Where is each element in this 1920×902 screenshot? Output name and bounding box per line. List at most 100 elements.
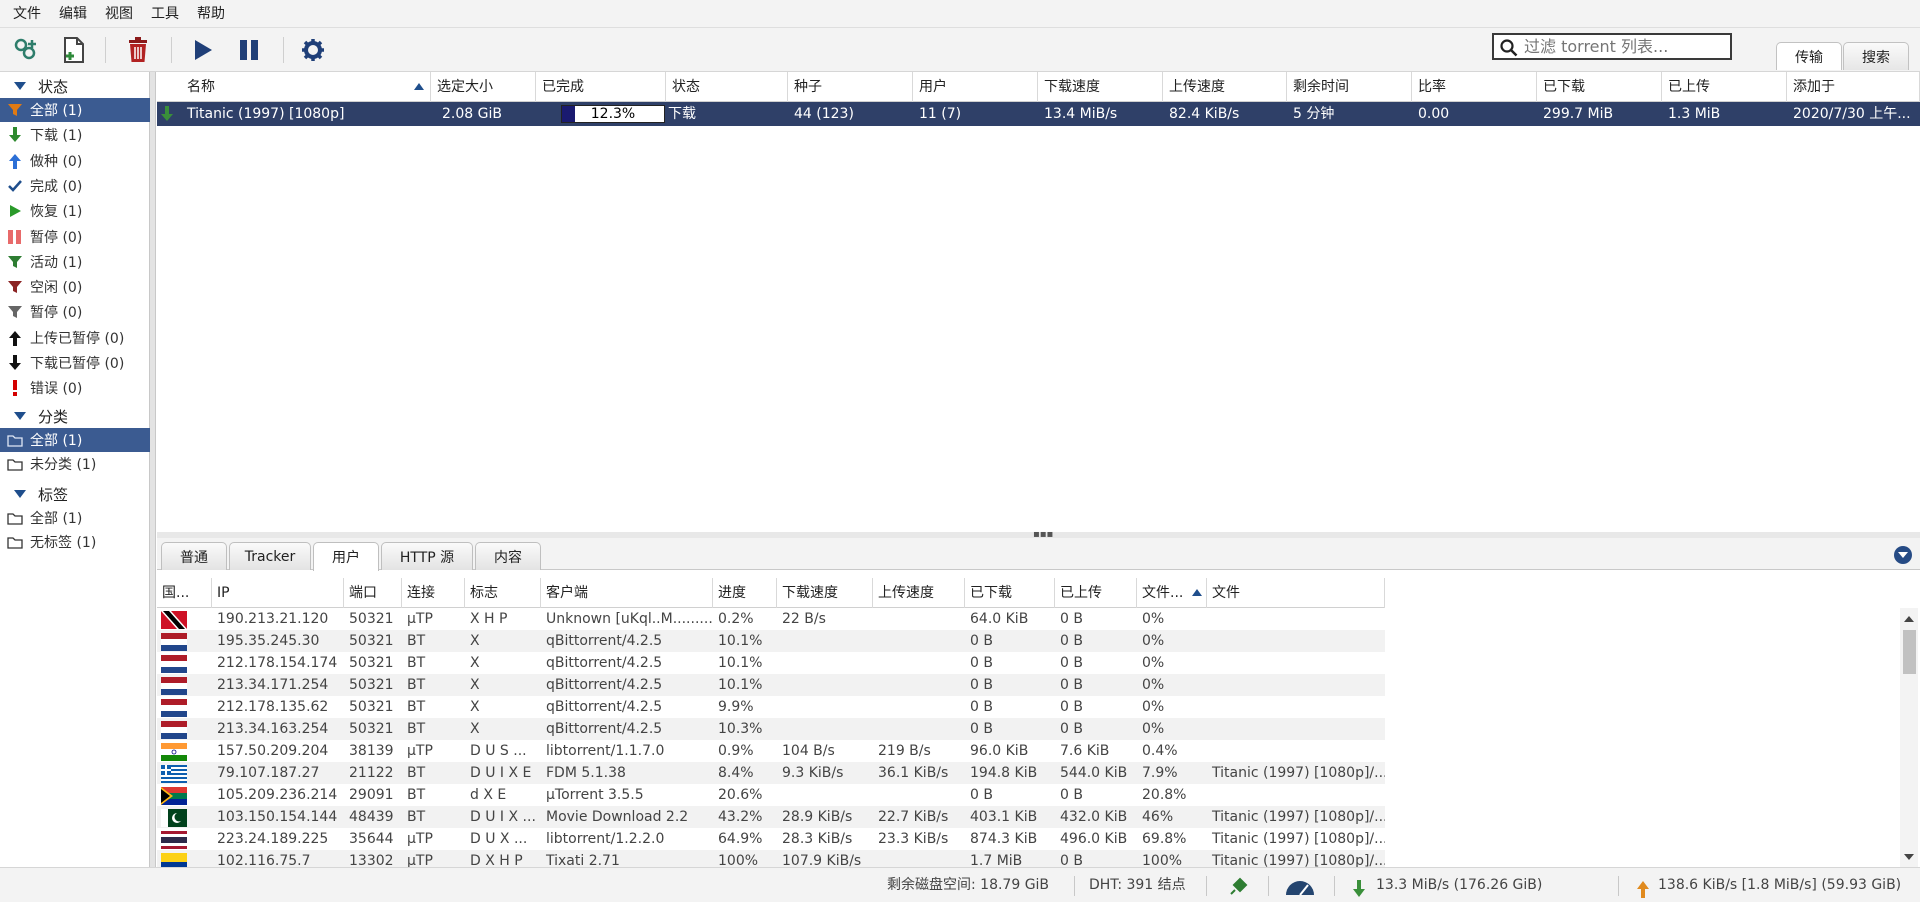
peer-column-header[interactable]: 连接 [402, 578, 465, 608]
torrent-column-header[interactable]: 状态 [666, 72, 788, 102]
torrent-column-header[interactable]: 用户 [913, 72, 1038, 102]
folder-icon [6, 533, 24, 551]
peer-column-header[interactable]: 进度 [713, 578, 777, 608]
scroll-up-icon[interactable] [1904, 616, 1914, 622]
sidebar-splitter[interactable] [150, 72, 156, 867]
torrent-column-header[interactable]: 剩余时间 [1287, 72, 1412, 102]
status-item-4[interactable]: 恢复 (1) [0, 199, 150, 223]
peer-row[interactable]: 213.34.163.254 50321 BT XqBittorrent/4.2.5 1… [157, 718, 1385, 740]
tab-general[interactable]: 普通 [161, 542, 227, 570]
torrent-column-header[interactable]: 种子 [788, 72, 913, 102]
menu-tools[interactable]: 工具 [142, 0, 188, 28]
scroll-thumb[interactable] [1903, 630, 1916, 674]
peer-column-header[interactable]: 端口 [344, 578, 402, 608]
peer-column-header[interactable]: 客户端 [541, 578, 713, 608]
tab-peers[interactable]: 用户 [313, 542, 379, 571]
peer-cell-ul [873, 630, 965, 652]
peer-column-header[interactable]: 下载速度 [777, 578, 873, 608]
torrent-dl-speed: 13.4 MiB/s [1044, 106, 1118, 122]
torrent-table-header: 名称 选定大小 已完成 状态 种子 用户 下载速度 上传速度 剩余时间 比率 已下载 已上传 添加于 [157, 72, 1920, 102]
tab-content[interactable]: 内容 [475, 542, 541, 570]
torrent-column-header[interactable]: 已上传 [1662, 72, 1787, 102]
peer-column-header[interactable]: 文件 [1207, 578, 1385, 608]
status-item-5[interactable]: 暂停 (0) [0, 225, 150, 249]
torrent-column-header[interactable]: 比率 [1412, 72, 1537, 102]
tab-tracker[interactable]: Tracker [229, 542, 311, 570]
status-section-header[interactable]: 状态 [0, 74, 150, 98]
scroll-down-icon[interactable] [1904, 854, 1914, 860]
peer-row[interactable]: 157.50.209.204 38139 μTP D U S ... libtorren… [157, 740, 1385, 762]
connection-status-icon[interactable] [1228, 876, 1248, 896]
menu-edit[interactable]: 编辑 [50, 0, 96, 28]
torrent-column-header[interactable]: 已下载 [1537, 72, 1662, 102]
status-item-9[interactable]: 上传已暂停 (0) [0, 326, 150, 350]
category-section-header[interactable]: 分类 [0, 404, 150, 428]
status-item-2[interactable]: 做种 (0) [0, 149, 150, 173]
peer-column-header[interactable]: IP [212, 578, 344, 608]
torrent-filter-input[interactable] [1524, 37, 1724, 56]
peer-cell-relevance: 46% [1142, 809, 1174, 825]
peer-row[interactable]: 105.209.236.214 29091 BT d X E μTorrent 3.5.… [157, 784, 1385, 806]
category-item-all[interactable]: 全部 (1) [0, 428, 150, 452]
peer-column-header[interactable]: 上传速度 [873, 578, 965, 608]
peer-row[interactable]: 195.35.245.30 50321 BT XqBittorrent/4.2.5 10… [157, 630, 1385, 652]
filter-stalled-icon [6, 303, 24, 321]
peer-column-header[interactable]: 已下载 [965, 578, 1055, 608]
menu-help[interactable]: 帮助 [188, 0, 234, 28]
tab-search[interactable]: 搜索 [1843, 42, 1909, 70]
torrent-column-header[interactable]: 名称 [181, 72, 431, 102]
peer-cell-ip: 212.178.135.62 [217, 699, 329, 715]
collapse-panel-button[interactable] [1894, 546, 1912, 564]
speed-limit-icon[interactable] [1284, 876, 1316, 896]
status-item-11[interactable]: 错误 (0) [0, 376, 150, 400]
pause-button[interactable] [233, 34, 265, 66]
peer-row[interactable]: 213.34.171.254 50321 BT XqBittorrent/4.2.5 1… [157, 674, 1385, 696]
menu-view[interactable]: 视图 [96, 0, 142, 28]
peer-column-header[interactable]: 国... [157, 578, 212, 608]
peer-column-header[interactable]: 文件... [1137, 578, 1207, 608]
peers-scrollbar[interactable] [1900, 608, 1918, 867]
peer-cell-ul [873, 652, 965, 674]
torrent-column-header[interactable]: 添加于 [1787, 72, 1920, 102]
status-item-6[interactable]: 活动 (1) [0, 250, 150, 274]
torrent-column-header[interactable]: 下载速度 [1038, 72, 1163, 102]
peer-cell-relevance: 0.4% [1142, 743, 1178, 759]
peer-cell-dl: 9.3 KiB/s [782, 765, 844, 781]
peer-row[interactable]: 212.178.154.174 50321 BT XqBittorrent/4.2.5… [157, 652, 1385, 674]
add-torrent-file-button[interactable] [58, 34, 90, 66]
tag-item-untagged[interactable]: 无标签 (1) [0, 530, 150, 554]
checkmark-icon [6, 177, 24, 195]
status-item-3[interactable]: 完成 (0) [0, 174, 150, 198]
peer-row[interactable]: 103.150.154.144 48439 BT D U I X ... Movie D… [157, 806, 1385, 828]
peer-cell-progress: 20.6% [718, 787, 763, 803]
resume-button[interactable] [186, 34, 218, 66]
status-item-0[interactable]: 全部 (1) [0, 98, 150, 122]
tab-transfers[interactable]: 传输 [1776, 42, 1842, 70]
torrent-column-header[interactable]: 选定大小 [431, 72, 536, 102]
tag-section-header[interactable]: 标签 [0, 482, 150, 506]
torrent-size: 2.08 GiB [442, 106, 502, 122]
category-item-uncategorized[interactable]: 未分类 (1) [0, 452, 150, 476]
menu-file[interactable]: 文件 [4, 0, 50, 28]
peer-cell-client: qBittorrent/4.2.5 [546, 677, 663, 693]
torrent-row[interactable]: Titanic (1997) [1080p] 2.08 GiB 12.3% 下载… [157, 102, 1920, 126]
options-button[interactable] [297, 34, 329, 66]
torrent-column-header[interactable]: 上传速度 [1163, 72, 1287, 102]
status-item-10[interactable]: 下载已暂停 (0) [0, 351, 150, 375]
peer-cell-port: 35644 [349, 831, 394, 847]
peer-row[interactable]: 190.213.21.120 50321 μTP X H P Unknown [uKql… [157, 608, 1385, 630]
add-torrent-link-button[interactable] [10, 34, 42, 66]
peer-row[interactable]: 212.178.135.62 50321 BT XqBittorrent/4.2.5 9… [157, 696, 1385, 718]
peer-column-header[interactable]: 标志 [465, 578, 541, 608]
status-item-1[interactable]: 下载 (1) [0, 123, 150, 147]
peer-column-header[interactable]: 已上传 [1055, 578, 1137, 608]
tab-http-sources[interactable]: HTTP 源 [381, 542, 473, 570]
peer-cell-relevance: 20.8% [1142, 787, 1187, 803]
tag-item-all[interactable]: 全部 (1) [0, 506, 150, 530]
status-item-7[interactable]: 空闲 (0) [0, 275, 150, 299]
peer-row[interactable]: 223.24.189.225 35644 μTP D U X ... libtorren… [157, 828, 1385, 850]
status-item-8[interactable]: 暂停 (0) [0, 300, 150, 324]
torrent-column-header[interactable]: 已完成 [536, 72, 666, 102]
delete-button[interactable] [122, 34, 154, 66]
peer-row[interactable]: 79.107.187.27 21122 BT D U I X E FDM 5.1.38 8… [157, 762, 1385, 784]
